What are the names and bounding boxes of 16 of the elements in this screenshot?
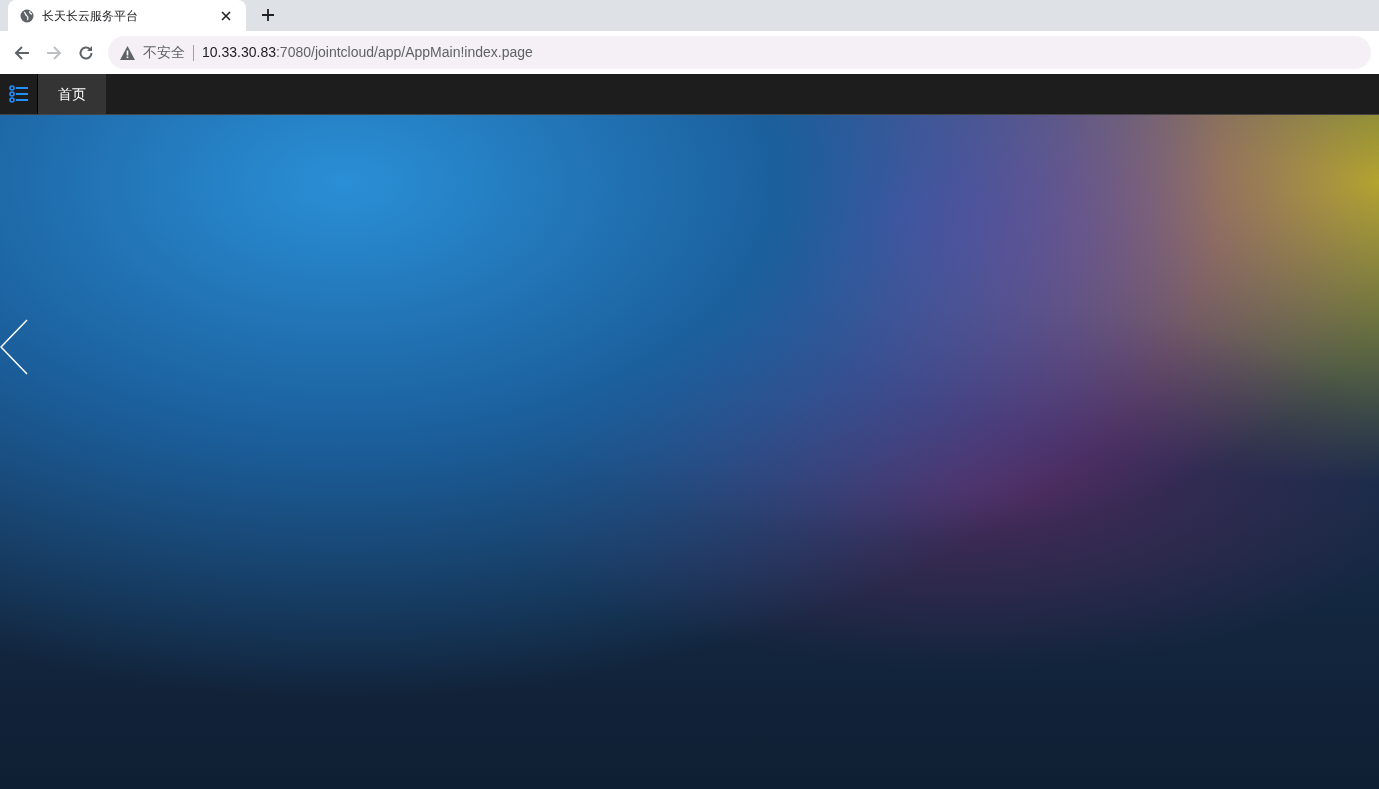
url-host: 10.33.30.83: [202, 44, 276, 60]
tab-title: 长天长云服务平台: [42, 7, 139, 25]
forward-arrow-icon: [45, 43, 63, 62]
url-path: :7080/jointcloud/app/AppMain!index.page: [275, 44, 533, 60]
globe-icon: [20, 8, 34, 23]
browser-tab[interactable]: 长天长云服务平台: [8, 0, 246, 31]
back-arrow-icon: [13, 43, 31, 62]
menu-icon: [8, 85, 29, 103]
warning-icon: [120, 45, 135, 60]
chevron-left-icon: [0, 319, 28, 375]
address-bar[interactable]: 不安全 10.33.30.83:7080/jointcloud/app/AppMain!index.page: [108, 36, 1371, 69]
previous-button[interactable]: [0, 319, 28, 375]
security-label: 不安全: [143, 43, 185, 62]
reload-icon: [77, 43, 95, 62]
app-tab[interactable]: 首页: [38, 74, 106, 114]
plus-icon: [261, 8, 275, 22]
